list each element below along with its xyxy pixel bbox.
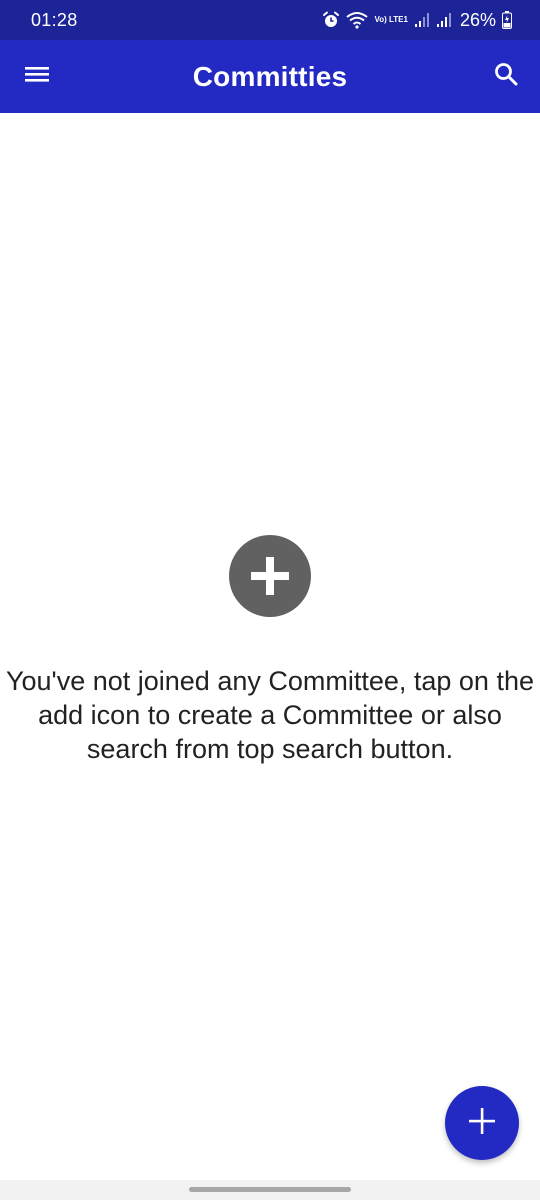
plus-icon [468, 1107, 496, 1140]
hamburger-menu-icon [25, 64, 49, 89]
screen: 01:28 Vo) LTE1 26% Committies You've not… [0, 0, 540, 1200]
search-icon [494, 62, 518, 91]
page-title: Committies [192, 60, 348, 92]
home-gesture-handle[interactable] [189, 1187, 351, 1192]
status-time: 01:28 [31, 9, 78, 30]
empty-state-message: You've not joined any Committee, tap on … [5, 666, 534, 764]
app-bar: Committies [0, 40, 540, 113]
search-button[interactable] [482, 52, 530, 100]
wifi-icon [346, 11, 369, 29]
battery-percent: 26% [459, 9, 496, 30]
network-type: Vo) LTE1 [374, 15, 408, 24]
add-committee-button[interactable] [445, 1086, 519, 1160]
menu-button[interactable] [14, 52, 60, 100]
status-bar: 01:28 Vo) LTE1 26% [0, 0, 540, 40]
signal-icon [436, 12, 452, 28]
alarm-icon [322, 11, 340, 29]
signal-icon [414, 12, 430, 28]
battery-icon [502, 11, 512, 29]
navigation-bar [0, 1180, 540, 1200]
add-circle-icon [229, 535, 311, 617]
status-icons: Vo) LTE1 26% [322, 10, 512, 31]
